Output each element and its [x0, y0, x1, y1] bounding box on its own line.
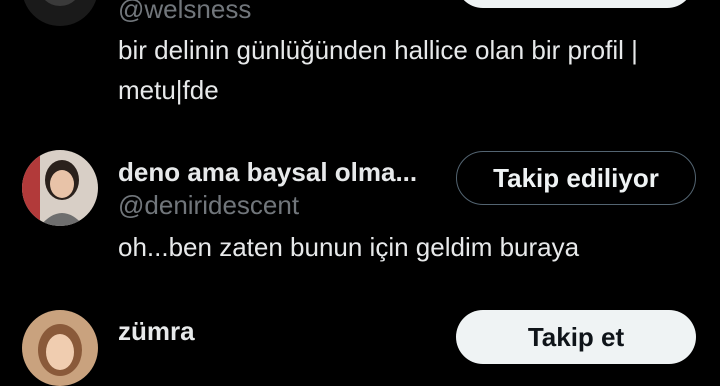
user-bio: bir delinin günlüğünden hallice olan bir…	[118, 35, 638, 105]
display-name[interactable]: deno ama baysal olma...	[118, 157, 417, 188]
user-handle: @welsness	[118, 0, 252, 24]
user-bio: oh...ben zaten bunun için geldim buraya	[118, 232, 580, 262]
avatar-image	[22, 310, 98, 386]
display-name[interactable]: zümra	[118, 316, 195, 347]
avatar[interactable]	[22, 0, 98, 26]
user-cell[interactable]: deno ama baysal olma... @deniridescent o…	[0, 140, 720, 290]
avatar[interactable]	[22, 150, 98, 226]
user-cell[interactable]: @welsness bir delinin günlüğünden hallic…	[0, 0, 720, 140]
following-button[interactable]: Takip ediliyor	[456, 151, 696, 205]
avatar-image	[22, 150, 98, 226]
user-handle: @deniridescent	[118, 190, 300, 220]
follow-button[interactable]: Takip et	[456, 310, 696, 364]
avatar[interactable]	[22, 310, 98, 386]
avatar-image	[22, 0, 98, 26]
user-cell[interactable]: zümra Takip et	[0, 290, 720, 386]
follow-button[interactable]	[456, 0, 694, 8]
